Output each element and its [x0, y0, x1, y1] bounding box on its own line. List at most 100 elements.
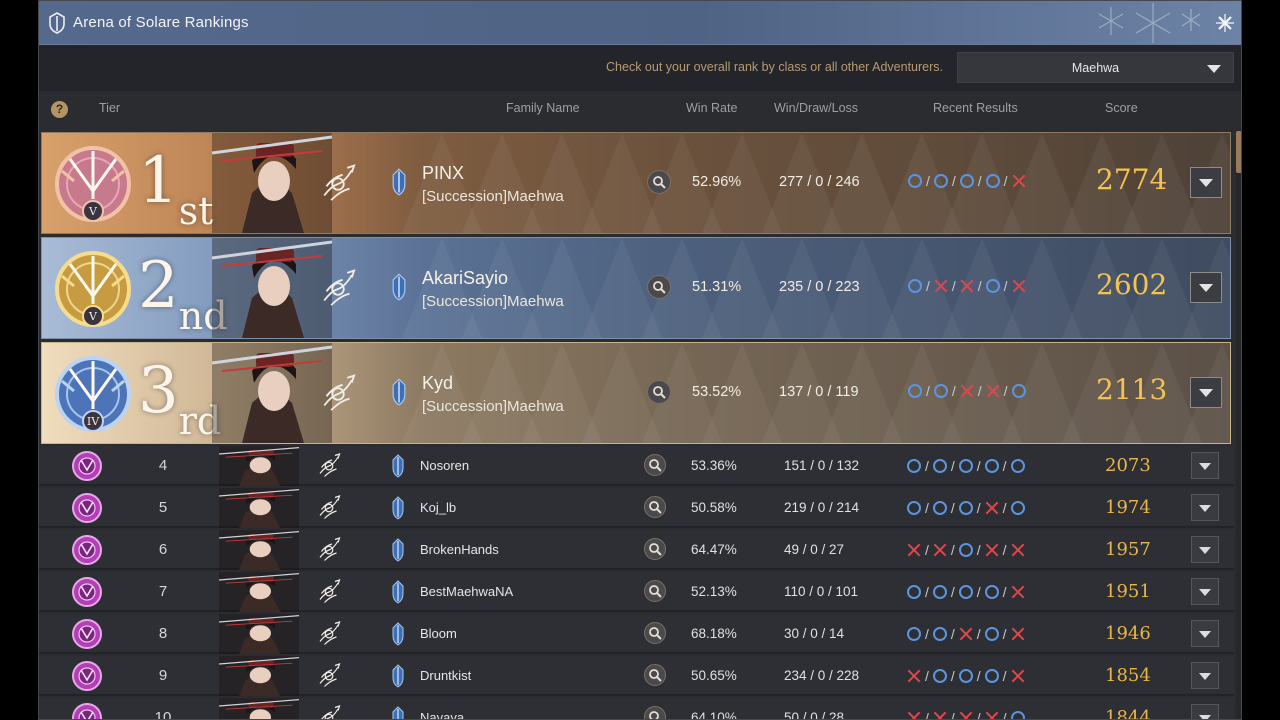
expand-button[interactable] — [1190, 272, 1222, 303]
result-separator: / — [1002, 500, 1007, 516]
win-rate: 50.58% — [691, 500, 737, 515]
search-icon[interactable] — [647, 275, 671, 299]
result-separator: / — [951, 173, 956, 189]
svg-text:IV: IV — [87, 415, 100, 428]
table-row[interactable]: 6 BrokenHands 64.47% 49 / 0 / 27 / / / / 1957 — [39, 530, 1234, 570]
class-emblem-icon — [314, 493, 344, 523]
table-header: ? Tier Family Name Win Rate Win/Draw/Los… — [39, 91, 1241, 129]
search-icon[interactable] — [644, 580, 666, 602]
win-circle-icon — [908, 279, 922, 293]
win-rate: 64.47% — [691, 542, 737, 557]
title-bar[interactable]: Arena of Solare Rankings — [39, 1, 1241, 45]
expand-button[interactable] — [1191, 704, 1219, 719]
result-separator: / — [1002, 710, 1007, 720]
win-rate: 52.96% — [692, 174, 742, 190]
top-rank-row[interactable]: IV 3rd Kyd [Succession]Maehwa 53.52% 137 / 0 … — [41, 342, 1231, 444]
table-row[interactable]: 7 BestMaehwaNA 52.13% 110 / 0 / 101 / / / / 1951 — [39, 572, 1234, 612]
result-separator: / — [925, 500, 929, 516]
score: 2602 — [1096, 268, 1168, 301]
class-emblem-icon — [314, 451, 344, 481]
loss-x-icon — [934, 279, 948, 293]
table-row[interactable]: 4 Nosoren 53.36% 151 / 0 / 132 / / / / 2073 — [39, 446, 1234, 486]
character-portrait — [218, 530, 300, 570]
result-separator: / — [976, 584, 981, 600]
expand-button[interactable] — [1191, 620, 1219, 647]
chevron-down-icon — [1199, 463, 1211, 470]
win-circle-icon — [1010, 501, 1025, 515]
result-separator: / — [950, 626, 955, 642]
search-icon[interactable] — [644, 622, 666, 644]
family-crest-icon — [391, 664, 405, 688]
character-portrait — [211, 133, 333, 233]
tier-emblem-icon — [71, 492, 103, 524]
search-icon[interactable] — [644, 496, 666, 518]
character-class: [Succession]Maehwa — [422, 293, 564, 310]
scrollbar-thumb[interactable] — [1236, 131, 1241, 173]
family-name: Druntkist — [420, 668, 472, 683]
top-rank-row[interactable]: V 1st PINX [Succession]Maehwa 52.96% 277 / 0 … — [41, 132, 1231, 234]
result-separator: / — [1002, 584, 1007, 600]
table-row[interactable]: 9 Druntkist 50.65% 234 / 0 / 228 / / / / 1854 — [39, 656, 1234, 696]
svg-text:V: V — [88, 205, 98, 218]
result-separator: / — [976, 710, 981, 720]
expand-button[interactable] — [1190, 167, 1222, 198]
search-icon[interactable] — [647, 170, 671, 194]
win-circle-icon — [958, 585, 973, 599]
tier-emblem-icon: IV — [50, 351, 136, 437]
place-label: 1st — [138, 141, 214, 233]
rankings-window: Arena of Solare Rankings Check out your … — [38, 0, 1242, 720]
rank-number: 8 — [158, 625, 168, 642]
close-icon[interactable] — [1215, 13, 1235, 33]
place-number: 1 — [138, 144, 179, 218]
search-icon[interactable] — [644, 538, 666, 560]
family-name: Navaya — [420, 710, 465, 720]
win-draw-loss: 50 / 0 / 28 — [784, 710, 845, 720]
loss-x-icon — [1011, 669, 1025, 683]
search-icon[interactable] — [647, 380, 671, 404]
score: 2073 — [1105, 455, 1151, 476]
search-icon[interactable] — [644, 664, 666, 686]
expand-button[interactable] — [1191, 578, 1219, 605]
table-row[interactable]: 10 Navaya 64.10% 50 / 0 / 28 / / / / 1844 — [39, 698, 1234, 720]
family-crest-icon — [390, 168, 408, 196]
win-rate: 53.52% — [692, 384, 742, 400]
rank-number: 4 — [158, 457, 168, 474]
search-icon[interactable] — [644, 706, 666, 719]
class-select-dropdown[interactable]: Maehwa — [957, 52, 1234, 83]
result-separator: / — [925, 584, 929, 600]
table-row[interactable]: 5 Koj_lb 50.58% 219 / 0 / 214 / / / / 1974 — [39, 488, 1234, 528]
family-name: AkariSayio — [422, 268, 509, 288]
expand-button[interactable] — [1191, 494, 1219, 521]
svg-text:V: V — [88, 310, 98, 323]
result-separator: / — [1002, 542, 1007, 558]
help-icon[interactable]: ? — [51, 101, 68, 118]
chevron-down-icon — [1199, 284, 1213, 292]
solare-crest-icon — [49, 12, 65, 34]
character-portrait — [218, 488, 300, 528]
win-draw-loss: 235 / 0 / 223 — [779, 279, 860, 295]
class-emblem-icon — [315, 161, 361, 207]
result-separator: / — [977, 173, 982, 189]
result-separator: / — [976, 458, 981, 474]
result-separator: / — [1002, 668, 1007, 684]
scrollbar[interactable] — [1236, 129, 1241, 719]
expand-button[interactable] — [1191, 452, 1219, 479]
result-separator: / — [1003, 173, 1008, 189]
expand-button[interactable] — [1191, 662, 1219, 689]
win-circle-icon — [985, 279, 1000, 293]
top-rank-row[interactable]: V 2nd AkariSayio [Succession]Maehwa 51.31% 23… — [41, 237, 1231, 339]
character-portrait — [218, 656, 300, 696]
loss-x-icon — [907, 543, 921, 557]
score: 2113 — [1096, 373, 1168, 406]
table-row[interactable]: 8 Bloom 68.18% 30 / 0 / 14 / / / / 1946 — [39, 614, 1234, 654]
class-emblem-icon — [314, 703, 344, 719]
tier-emblem-icon: V — [50, 246, 136, 332]
result-separator: / — [925, 710, 929, 720]
win-circle-icon — [958, 501, 973, 515]
win-circle-icon — [932, 459, 947, 473]
expand-button[interactable] — [1190, 377, 1222, 408]
search-icon[interactable] — [644, 454, 666, 476]
expand-button[interactable] — [1191, 536, 1219, 563]
win-draw-loss: 234 / 0 / 228 — [784, 668, 860, 683]
loss-x-icon — [1012, 174, 1026, 188]
